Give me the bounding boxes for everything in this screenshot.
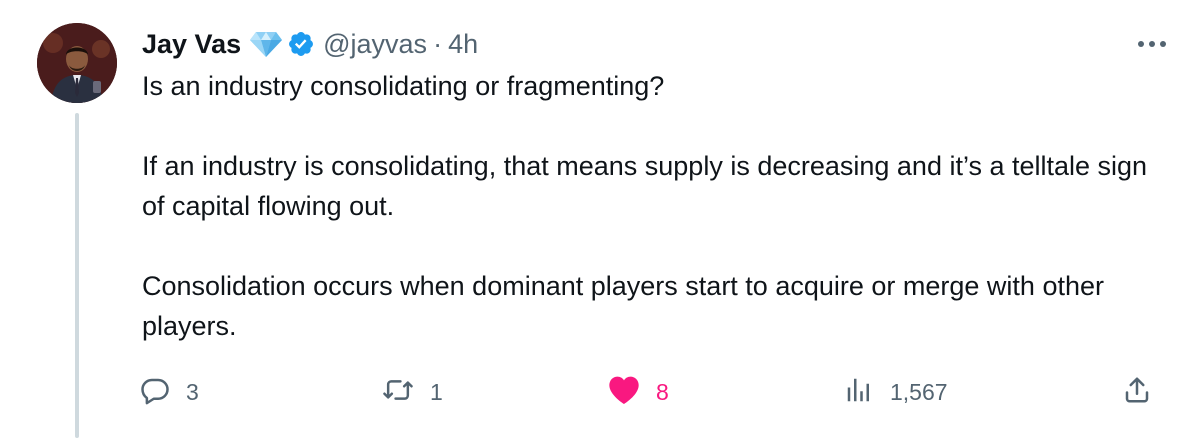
retweet-icon (382, 375, 414, 410)
header-separator: · (433, 28, 443, 59)
avatar[interactable] (37, 23, 117, 103)
like-count: 8 (656, 378, 669, 405)
tweet-actions: 3 1 8 1,567 (0, 370, 1196, 414)
tweet-paragraph: Is an industry consolidating or fragment… (142, 71, 665, 101)
like-button[interactable]: 8 (608, 370, 669, 414)
author-name[interactable]: Jay Vas (142, 29, 241, 60)
views-button[interactable]: 1,567 (844, 370, 948, 414)
retweet-button[interactable]: 1 (382, 370, 443, 414)
author-handle[interactable]: @jayvas (323, 29, 427, 60)
views-icon (844, 375, 874, 410)
gem-icon (249, 30, 283, 58)
more-horizontal-icon[interactable] (1132, 32, 1172, 56)
tweet[interactable]: Jay Vas @jayvas · 4h Is an industry cons… (0, 0, 1196, 438)
heart-icon (608, 375, 640, 410)
tweet-text: Is an industry consolidating or fragment… (142, 66, 1162, 346)
tweet-paragraph: If an industry is consolidating, that me… (142, 151, 1148, 221)
tweet-header: Jay Vas @jayvas · 4h (142, 24, 478, 64)
reply-button[interactable]: 3 (140, 370, 199, 414)
tweet-paragraph: Consolidation occurs when dominant playe… (142, 271, 1104, 341)
tweet-timestamp[interactable]: 4h (448, 29, 478, 60)
reply-icon (140, 375, 170, 410)
reply-count: 3 (186, 378, 199, 405)
verified-badge-icon[interactable] (287, 30, 315, 58)
share-button[interactable] (1122, 370, 1152, 414)
retweet-count: 1 (430, 378, 443, 405)
views-count: 1,567 (890, 378, 948, 405)
share-icon (1122, 375, 1152, 410)
